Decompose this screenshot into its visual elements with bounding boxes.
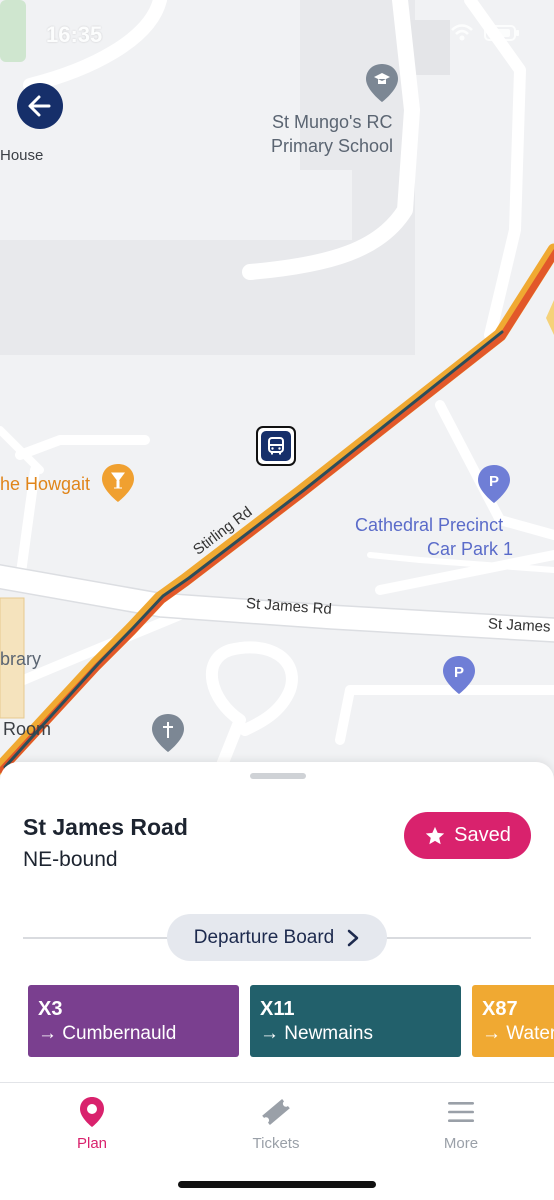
map-pin-icon (32, 1095, 152, 1129)
stop-name: St James Road (23, 814, 188, 840)
battery-icon (484, 25, 519, 41)
departure-board-button[interactable]: Departure Board (167, 914, 387, 961)
bus-icon (261, 431, 291, 461)
stop-direction: NE-bound (23, 848, 118, 871)
home-indicator (178, 1181, 376, 1188)
map-label-car-park-2: Car Park 1 (427, 539, 514, 559)
route-list[interactable]: X3 → Cumbernauld X11 → Newmains X87 → Wa… (28, 985, 554, 1057)
departure-board-label: Departure Board (193, 926, 335, 948)
star-icon (425, 826, 445, 844)
map-label-car-park: Cathedral Precinct (355, 515, 504, 535)
chevron-right-icon (347, 929, 359, 946)
saved-button[interactable]: Saved (404, 812, 531, 859)
road-label-st-james-short: St James (487, 615, 551, 636)
tab-plan[interactable]: Plan (32, 1095, 152, 1152)
tab-more[interactable]: More (401, 1095, 521, 1152)
route-destination: → Cumbernauld (38, 1023, 177, 1044)
back-button[interactable] (17, 83, 63, 129)
sheet-drag-handle[interactable] (250, 773, 306, 779)
map-label-room: Room (3, 719, 52, 739)
route-card-x87[interactable]: X87 → Water (472, 985, 554, 1057)
ticket-icon (216, 1095, 336, 1129)
status-bar: 16:35 (0, 22, 554, 52)
route-number: X11 (260, 998, 295, 1020)
map-label-library: brary (0, 649, 42, 669)
tab-tickets[interactable]: Tickets (216, 1095, 336, 1152)
route-number: X87 (482, 998, 518, 1020)
tab-tickets-label: Tickets (252, 1135, 300, 1152)
tab-plan-label: Plan (76, 1135, 108, 1152)
svg-text:P: P (454, 664, 464, 681)
route-card-x11[interactable]: X11 → Newmains (250, 985, 461, 1057)
map-label-house: House (0, 147, 44, 164)
route-card-x3[interactable]: X3 → Cumbernauld (28, 985, 239, 1057)
bus-stop-marker[interactable] (256, 426, 296, 466)
wifi-icon (451, 24, 473, 41)
map-label-school-2: Primary School (271, 136, 394, 156)
menu-icon (401, 1095, 521, 1129)
route-destination: → Newmains (260, 1023, 373, 1044)
stop-details-sheet: St James Road NE-bound Saved Departure B… (0, 762, 554, 1082)
svg-text:P: P (489, 473, 499, 490)
saved-label: Saved (454, 824, 511, 846)
status-time: 16:35 (46, 22, 103, 47)
map-label-school: St Mungo's RC (272, 112, 393, 132)
tab-more-label: More (443, 1135, 479, 1152)
route-number: X3 (38, 998, 63, 1020)
map-view[interactable]: P P House St Mungo's RC Primary School h… (0, 0, 554, 790)
arrow-left-icon (28, 95, 51, 117)
map-label-howgait: he Howgait (0, 474, 91, 494)
route-destination: → Water (482, 1023, 554, 1044)
